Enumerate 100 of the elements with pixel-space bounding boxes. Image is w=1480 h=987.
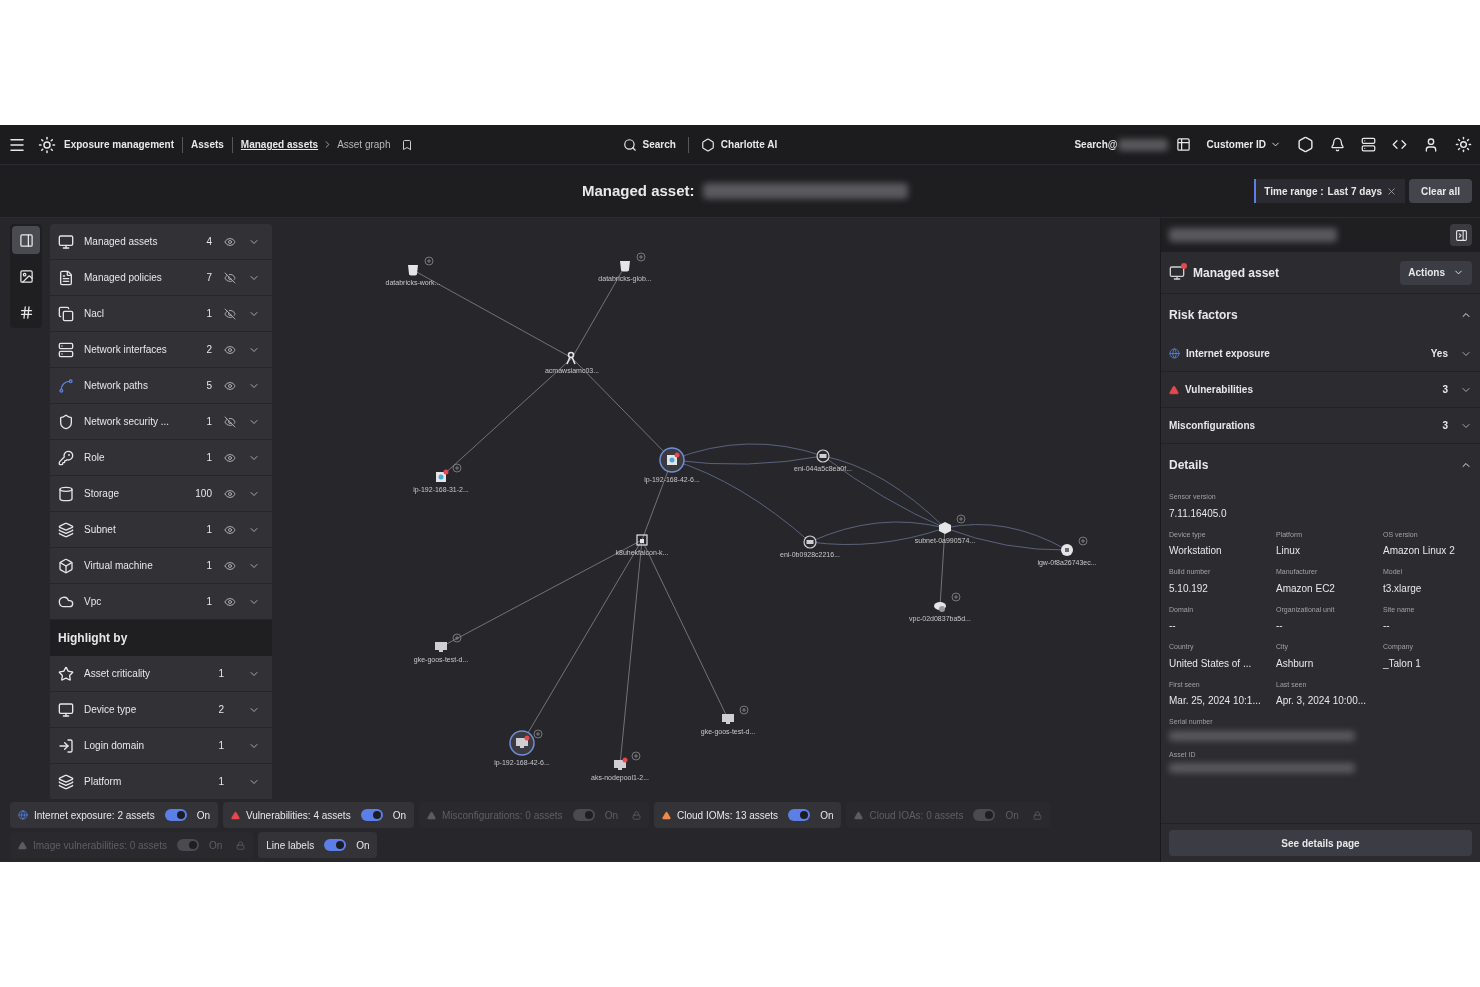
- graph-node[interactable]: [659, 447, 685, 473]
- lock-icon: [631, 810, 641, 820]
- row-value: Yes: [1430, 347, 1448, 361]
- bookmark-icon[interactable]: [400, 138, 413, 151]
- breadcrumb-link[interactable]: Asset graph: [337, 137, 391, 152]
- expand-icon[interactable]: [631, 751, 641, 761]
- theme-icon[interactable]: [1455, 136, 1472, 153]
- legend-row[interactable]: Platform 1: [50, 764, 272, 800]
- hexagon-icon[interactable]: [1297, 136, 1314, 153]
- legend-row[interactable]: Role 1: [50, 440, 272, 476]
- legend-row[interactable]: Virtual machine 1: [50, 548, 272, 584]
- clear-button[interactable]: Clear all: [1409, 179, 1472, 203]
- legend-row[interactable]: Managed policies 7: [50, 260, 272, 296]
- expand-icon[interactable]: [424, 256, 434, 266]
- toggle-label: Internet exposure: 2 assets: [34, 808, 155, 823]
- row-count: 1: [218, 775, 224, 789]
- row-count: 1: [206, 559, 212, 573]
- graph-node[interactable]: [803, 535, 817, 549]
- risk-row[interactable]: Internet exposure Yes: [1161, 336, 1480, 372]
- warning-icon: [1169, 384, 1179, 395]
- eye-icon[interactable]: [224, 343, 236, 356]
- eye-off-icon[interactable]: [224, 271, 236, 284]
- close-icon[interactable]: [1386, 185, 1398, 197]
- graph-node[interactable]: [934, 602, 946, 612]
- expand-icon[interactable]: [739, 705, 749, 715]
- highlight-icon: [58, 701, 74, 718]
- row-label: Network security ...: [84, 415, 171, 429]
- toggle-switch[interactable]: [164, 809, 187, 821]
- legend-row[interactable]: Login domain 1: [50, 728, 272, 764]
- search-button[interactable]: Search: [622, 137, 676, 152]
- toggle-switch[interactable]: [788, 809, 811, 821]
- breadcrumb-link[interactable]: Managed assets: [240, 137, 319, 152]
- customer-dropdown[interactable]: Customer ID: [1206, 137, 1281, 152]
- eye-off-icon[interactable]: [224, 415, 236, 428]
- eye-icon[interactable]: [224, 595, 236, 608]
- row-count: 1: [206, 307, 212, 321]
- notification-icon[interactable]: [1330, 137, 1345, 152]
- field-value: Linux: [1276, 544, 1301, 558]
- legend-row[interactable]: Network interfaces 2: [50, 332, 272, 368]
- expand-icon[interactable]: [452, 463, 462, 473]
- eye-icon[interactable]: [224, 559, 236, 572]
- expand-icon[interactable]: [636, 252, 646, 262]
- eye-icon[interactable]: [224, 235, 236, 248]
- product-name: Exposure management: [64, 138, 175, 152]
- graph-node[interactable]: [939, 522, 951, 534]
- row-label: Network paths: [84, 379, 149, 393]
- highlight-icon: [58, 773, 74, 790]
- expand-icon[interactable]: [956, 514, 966, 524]
- expand-icon[interactable]: [533, 729, 543, 739]
- section-title: Risk factors: [1169, 307, 1239, 324]
- graph-node[interactable]: [816, 449, 830, 463]
- asset-type-icon: [58, 341, 74, 358]
- legend-row[interactable]: Managed assets 4: [50, 224, 272, 260]
- legend-row[interactable]: Subnet 1: [50, 512, 272, 548]
- toggle-switch[interactable]: [360, 809, 383, 821]
- eye-icon[interactable]: [224, 379, 236, 392]
- table-icon[interactable]: [1175, 137, 1191, 152]
- legend-row[interactable]: Nacl 1: [50, 296, 272, 332]
- risk-row[interactable]: Misconfigurations 3: [1161, 408, 1480, 444]
- toggle-state: On: [820, 808, 834, 823]
- user-icon[interactable]: [1423, 136, 1439, 153]
- row-label: Login domain: [84, 739, 146, 753]
- graph-node[interactable]: [614, 757, 628, 770]
- expand-icon[interactable]: [452, 633, 462, 643]
- highlight-icon: [58, 737, 74, 754]
- eye-off-icon[interactable]: [224, 307, 236, 320]
- collapse-panel-button[interactable]: [1450, 224, 1472, 246]
- assistant-button[interactable]: Charlotte AI: [700, 137, 778, 152]
- code-icon[interactable]: [1392, 137, 1407, 152]
- graph-node[interactable]: [408, 265, 418, 276]
- hexagon-icon: [700, 137, 715, 152]
- legend-row[interactable]: Network security ... 1: [50, 404, 272, 440]
- graph-node[interactable]: [436, 469, 449, 482]
- graph-node[interactable]: [1061, 544, 1073, 556]
- expand-icon[interactable]: [1078, 536, 1088, 546]
- grid-icon: [18, 304, 34, 320]
- rail-button[interactable]: [12, 226, 40, 254]
- details-button[interactable]: See details page: [1169, 830, 1472, 856]
- field-value: _Talon 1: [1383, 656, 1422, 671]
- asset-type-icon: [58, 269, 74, 286]
- graph-node[interactable]: [435, 642, 447, 652]
- risk-row[interactable]: Vulnerabilities 3: [1161, 372, 1480, 408]
- graph-node[interactable]: [722, 714, 734, 724]
- eye-icon[interactable]: [224, 523, 236, 536]
- legend-row[interactable]: Network paths 5: [50, 368, 272, 404]
- breadcrumb-link[interactable]: Assets: [191, 137, 224, 152]
- graph-node[interactable]: [620, 261, 630, 272]
- actions-button[interactable]: Actions: [1400, 260, 1472, 285]
- toggle-switch[interactable]: [324, 839, 347, 851]
- field-value: Apr. 3, 2024 10:00...: [1276, 694, 1368, 708]
- legend-row[interactable]: Device type 2: [50, 692, 272, 728]
- server-icon[interactable]: [1361, 137, 1376, 152]
- expand-icon[interactable]: [951, 592, 961, 602]
- graph-node[interactable]: [566, 351, 576, 365]
- eye-icon[interactable]: [224, 451, 236, 464]
- graph-node[interactable]: [509, 730, 535, 756]
- legend-row[interactable]: Storage 100: [50, 476, 272, 512]
- eye-icon[interactable]: [224, 487, 236, 500]
- toggle-state: On: [356, 838, 370, 853]
- legend-row[interactable]: Asset criticality 1: [50, 656, 272, 692]
